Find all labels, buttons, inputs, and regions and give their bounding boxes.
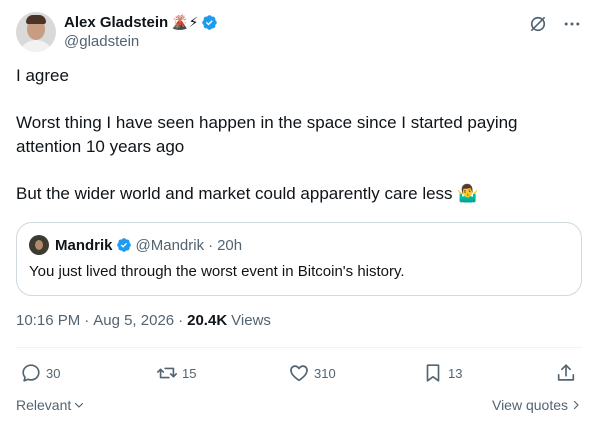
views-label: Views [231, 312, 271, 329]
post-line-1: I agree [16, 66, 69, 85]
chevron-down-icon [75, 402, 84, 408]
share-button[interactable] [555, 362, 577, 384]
quoted-author-handle: @Mandrik [135, 236, 205, 254]
author-handle[interactable]: @gladstein [64, 33, 218, 50]
repost-count: 15 [182, 365, 197, 381]
sort-replies-dropdown[interactable]: Relevant [16, 397, 85, 413]
meta-separator: · [178, 312, 184, 329]
author-identity: Alex Gladstein 🌋⚡ @gladstein [64, 12, 218, 50]
reply-count: 30 [46, 365, 61, 381]
divider [16, 347, 582, 348]
post-metadata: 10:16 PM · Aug 5, 2026 · 20.4K Views [16, 312, 271, 329]
quoted-separator: · [208, 236, 214, 254]
post-header: Alex Gladstein 🌋⚡ @gladstein [16, 12, 582, 56]
quoted-post[interactable]: Mandrik @Mandrik · 20h You just lived th… [16, 222, 582, 296]
quoted-post-text: You just lived through the worst event i… [29, 263, 405, 280]
share-icon [557, 364, 575, 381]
bookmark-count: 13 [448, 365, 463, 381]
post-line-3: But the wider world and market could app… [16, 184, 479, 203]
view-quotes-link[interactable]: View quotes [492, 397, 582, 413]
quoted-post-header: Mandrik @Mandrik · 20h [29, 235, 569, 255]
author-emoji: 🌋⚡ [171, 14, 199, 30]
like-count: 310 [314, 365, 336, 381]
views-count: 20.4K [187, 312, 228, 329]
verified-badge-icon[interactable] [201, 14, 218, 31]
post-date[interactable]: Aug 5, 2026 [93, 312, 174, 329]
chevron-right-icon [573, 400, 579, 410]
view-quotes-label: View quotes [491, 397, 568, 413]
post-line-2: Worst thing I have seen happen in the sp… [16, 113, 518, 156]
quoted-post-age: 20h [217, 236, 243, 254]
verified-badge-icon [116, 238, 131, 252]
like-button[interactable]: 310 [288, 362, 336, 384]
bookmark-button[interactable]: 13 [422, 362, 462, 384]
quoted-author-avatar [29, 235, 49, 255]
repost-button[interactable]: 15 [156, 362, 196, 384]
top-actions [528, 12, 582, 34]
quoted-author-name: Mandrik [55, 236, 113, 254]
sort-label: Relevant [16, 397, 72, 413]
repost-icon [157, 367, 177, 379]
more-options-icon[interactable] [562, 14, 582, 34]
author-avatar[interactable] [16, 12, 56, 52]
post-text: I agree Worst thing I have seen happen i… [16, 64, 582, 206]
post-time[interactable]: 10:16 PM [16, 312, 80, 329]
reply-icon [22, 364, 40, 382]
grok-icon[interactable] [528, 14, 548, 34]
action-bar: 30 15 310 13 [20, 362, 580, 384]
meta-separator: · [84, 312, 90, 329]
heart-icon [290, 365, 308, 382]
reply-button[interactable]: 30 [20, 362, 60, 384]
author-name[interactable]: Alex Gladstein [64, 14, 168, 31]
bookmark-icon [426, 364, 440, 382]
replies-footer: Relevant View quotes [16, 395, 582, 415]
